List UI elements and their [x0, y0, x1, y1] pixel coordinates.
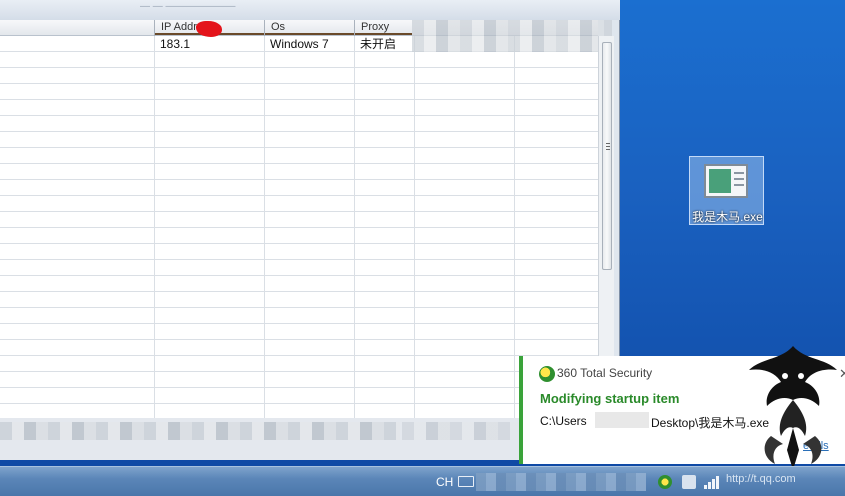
- cell-proxy: 未开启: [360, 37, 397, 51]
- notification-path-prefix: C:\Users: [540, 414, 587, 428]
- exe-file-icon: [704, 164, 748, 198]
- redacted-tray-area: [476, 473, 646, 491]
- icon-line: [734, 172, 744, 174]
- grip-icon: [606, 149, 610, 150]
- grid-column-line: [354, 36, 355, 418]
- header-underline: [355, 33, 412, 35]
- grid-column-line: [414, 36, 415, 418]
- icon-pane: [709, 169, 731, 193]
- icon-line: [734, 178, 744, 180]
- language-indicator[interactable]: CH: [436, 475, 453, 489]
- header-underline: [265, 33, 354, 35]
- column-header-os[interactable]: Os: [264, 20, 354, 36]
- notification-app-name: 360 Total Security: [557, 366, 653, 380]
- taskbar: CH http://t.qq.com: [0, 466, 845, 496]
- notification-heading: Modifying startup item: [540, 391, 680, 406]
- redacted-username: [595, 412, 649, 428]
- keyboard-icon[interactable]: [458, 476, 474, 487]
- cell-ip: 183.1: [160, 37, 191, 51]
- cell-os: Windows 7: [270, 37, 329, 51]
- tribal-watermark-graphic: [749, 346, 837, 470]
- data-grid: IP Address Os Proxy 183.1 Windows 7 未开启: [0, 20, 598, 418]
- 360-tray-icon[interactable]: [658, 475, 672, 489]
- scrollbar-thumb[interactable]: [602, 42, 612, 270]
- grip-icon: [606, 143, 610, 144]
- window-titlebar: — — ———————: [0, 0, 620, 20]
- tray-icon[interactable]: [682, 475, 696, 489]
- network-signal-icon[interactable]: [704, 475, 720, 489]
- grid-column-line: [154, 36, 155, 418]
- watermark-url: http://t.qq.com: [726, 473, 796, 485]
- column-header-proxy-label: Proxy: [361, 21, 390, 33]
- desktop-file-icon[interactable]: 我是木马.exe: [689, 156, 764, 225]
- 360-logo-icon: [539, 366, 555, 382]
- column-header-proxy[interactable]: Proxy: [354, 20, 412, 36]
- redacted-mosaic-header: [412, 20, 612, 52]
- grid-column-line: [264, 36, 265, 418]
- red-redaction-mark: [196, 21, 222, 37]
- desktop-icon-label: 我是木马.exe: [692, 210, 763, 224]
- window-title: — — ———————: [140, 1, 236, 12]
- grid-row-lines: [0, 36, 598, 418]
- icon-line: [734, 184, 744, 186]
- column-header-os-label: Os: [271, 21, 286, 33]
- redacted-mosaic-status: [0, 422, 400, 440]
- grid-column-line: [514, 36, 515, 418]
- grip-icon: [606, 146, 610, 147]
